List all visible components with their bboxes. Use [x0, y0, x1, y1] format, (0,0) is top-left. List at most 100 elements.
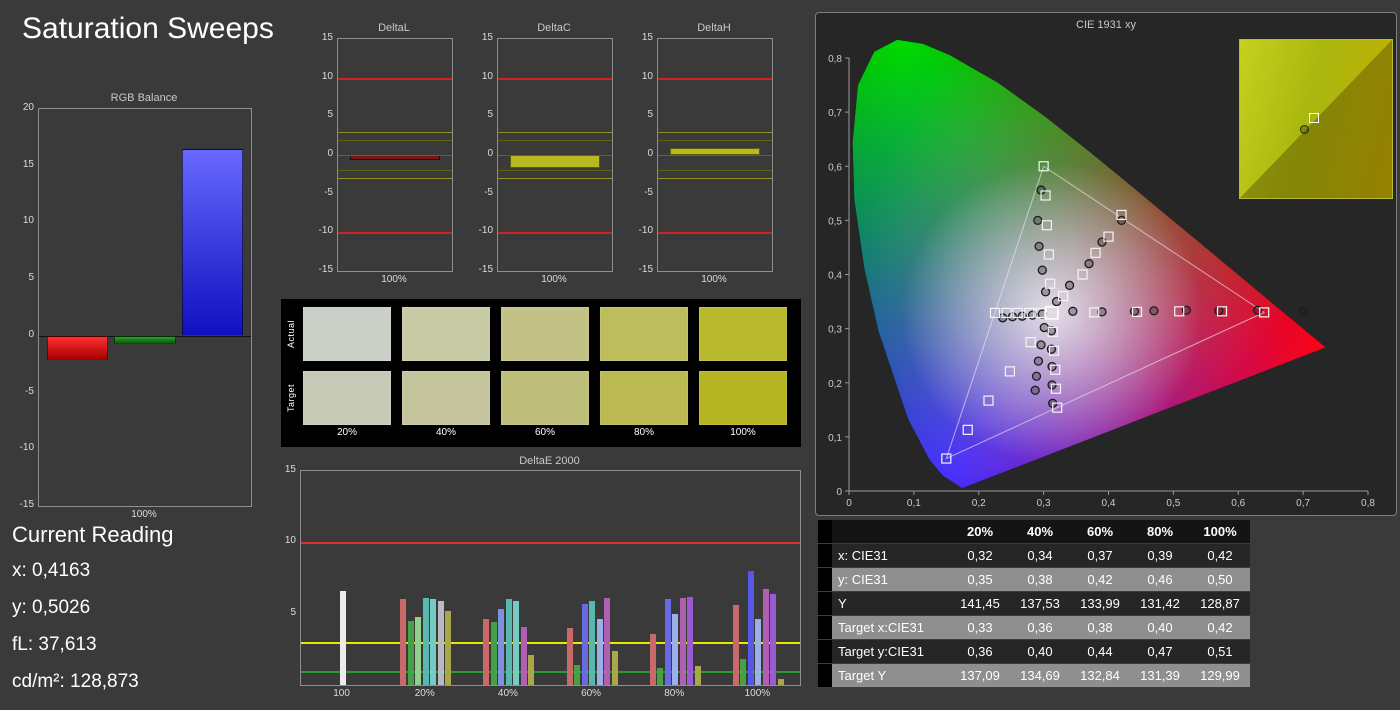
ref-line — [498, 178, 612, 180]
delta-y-tick: 0 — [327, 148, 333, 159]
deltae-bar — [747, 570, 754, 685]
ref-line — [498, 139, 612, 141]
swatch-actual-60% — [501, 307, 589, 361]
table-value: 0,51 — [1190, 640, 1250, 664]
table-value: 0,37 — [1070, 544, 1130, 568]
measured-point-blue — [1036, 340, 1046, 350]
measured-point-red — [1298, 306, 1308, 316]
page-title: Saturation Sweeps — [22, 12, 274, 45]
table-header: 20% — [950, 520, 1010, 544]
measured-point-yellow — [1051, 296, 1062, 307]
rgb-y-tick: 0 — [28, 328, 34, 340]
deltae-bar — [740, 659, 747, 685]
deltae-bar — [604, 597, 611, 685]
swatch-col-label: 100% — [730, 427, 756, 438]
cie-y-tick: 0,7 — [828, 108, 842, 119]
table-header: 80% — [1130, 520, 1190, 544]
table-row-strip — [818, 664, 832, 688]
ref-line — [338, 178, 452, 180]
delta-y-tick: 10 — [321, 70, 333, 82]
deltal-plot — [337, 38, 453, 272]
deltae-bar — [505, 599, 512, 685]
rgb-y-tick: 5 — [28, 272, 34, 284]
deltae-bar — [574, 665, 581, 685]
ref-line — [498, 232, 612, 235]
swatch-target-60% — [501, 371, 589, 425]
deltae-y-tick: 10 — [284, 535, 296, 547]
delta-chart-0: DeltaL 100% 15 10 5 0 -5 -10 -15 — [305, 22, 455, 288]
deltae-bar — [483, 619, 490, 685]
deltae-bar — [649, 633, 656, 685]
table-row-label: y: CIE31 — [832, 568, 950, 592]
measured-point-green — [1040, 287, 1051, 297]
measured-point-blue — [1030, 385, 1040, 395]
cie-y-tick: 0,4 — [828, 271, 842, 282]
deltal-xlabel: 100% — [381, 274, 407, 285]
deltal-title: DeltaL — [378, 22, 410, 34]
cie-y-tick: 0,3 — [828, 325, 842, 336]
swatch-target-40% — [402, 371, 490, 425]
ref-line — [498, 131, 612, 133]
reading-line: fL: 37,613 — [12, 634, 97, 655]
delta-y-tick: 15 — [641, 32, 653, 43]
deltae-bar — [445, 610, 452, 685]
reading-line: cd/m²: 128,873 — [12, 671, 139, 692]
table-value: 0,42 — [1070, 568, 1130, 592]
cie-x-tick: 0,2 — [972, 498, 986, 509]
table-value: 0,33 — [950, 616, 1010, 640]
deltae-bar — [687, 596, 694, 685]
cie-y-tick: 0,5 — [828, 216, 842, 227]
table-value: 132,84 — [1070, 664, 1130, 688]
table-value: 141,45 — [950, 592, 1010, 616]
measured-point-blue — [1033, 356, 1044, 366]
swatch-row-label-target: Target — [286, 383, 297, 413]
deltae-title: DeltaE 2000 — [519, 455, 580, 467]
cie-y-tick: 0,2 — [828, 379, 842, 390]
ref-line — [498, 155, 612, 156]
rgb-y-tick: 15 — [22, 158, 34, 170]
delta-y-tick: 15 — [321, 32, 333, 43]
deltae-bar — [566, 627, 573, 685]
measured-point-magenta — [1047, 361, 1057, 372]
delta-chart-2: DeltaH 100% 15 10 5 0 -5 -10 -15 — [625, 22, 775, 288]
swatch-target-20% — [303, 371, 391, 425]
rgb-balance-xlabel: 100% — [131, 509, 157, 520]
measured-point-red — [1068, 306, 1078, 316]
ref-line — [301, 670, 800, 673]
deltae-bar — [437, 600, 444, 685]
delta-y-tick: 5 — [487, 109, 493, 121]
ref-line — [338, 155, 452, 156]
deltae-bar — [777, 679, 784, 685]
ref-line — [658, 155, 772, 156]
deltae-bar — [581, 603, 588, 685]
table-value: 0,32 — [950, 544, 1010, 568]
delta-y-tick: -15 — [638, 264, 653, 275]
delta-chart-1: DeltaC 100% 15 10 5 0 -5 -10 -15 — [465, 22, 615, 288]
current-reading-lines: x: 0,4163 y: 0,5026 fL: 37,613 cd/m²: 128,8… — [12, 552, 139, 700]
table-row-strip — [818, 544, 832, 568]
delta-y-tick: -15 — [318, 264, 333, 275]
cie-x-tick: 0,5 — [1166, 498, 1180, 509]
delta-y-tick: 0 — [647, 148, 653, 159]
deltah-title: DeltaH — [697, 22, 731, 34]
table-value: 0,47 — [1130, 640, 1190, 664]
swatch-panel: Actual Target 20% 40% 60% 80% 100% — [281, 299, 801, 447]
deltah-plot — [657, 38, 773, 272]
measured-point-green — [1034, 241, 1044, 252]
cie-x-tick: 0,6 — [1231, 498, 1245, 509]
swatch-col-label: 40% — [435, 427, 456, 438]
ref-line — [301, 542, 800, 545]
table-value: 0,42 — [1190, 544, 1250, 568]
inset-target-point — [1308, 113, 1319, 124]
table-row-strip — [818, 640, 832, 664]
delta-y-tick: 5 — [647, 109, 653, 121]
cie-x-tick: 0,1 — [907, 498, 921, 509]
cie-x-tick: 0,7 — [1296, 498, 1310, 509]
deltae-x-label: 100 — [333, 688, 350, 699]
table-row-label: Target Y — [832, 664, 950, 688]
swatch-row-label-actual-wrap: Actual — [281, 307, 301, 361]
table-value: 131,42 — [1130, 592, 1190, 616]
cie-x-tick: 0,4 — [1102, 498, 1116, 509]
table-value: 0,46 — [1130, 568, 1190, 592]
swatch-row-label-actual: Actual — [286, 319, 297, 349]
